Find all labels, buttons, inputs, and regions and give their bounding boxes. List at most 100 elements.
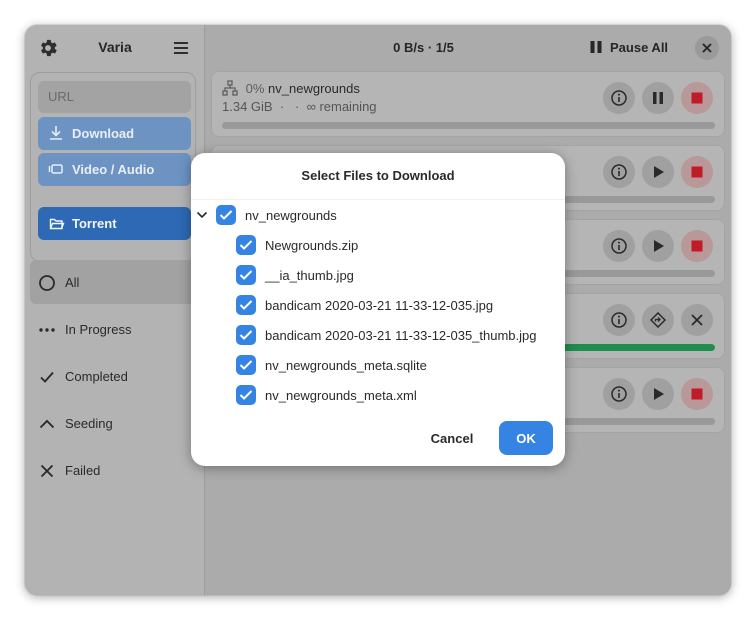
hamburger-menu-icon[interactable] bbox=[171, 39, 193, 57]
diamond-direction-icon bbox=[650, 312, 666, 328]
progress-bar bbox=[222, 122, 715, 129]
play-icon bbox=[654, 240, 664, 252]
file-row[interactable]: __ia_thumb.jpg bbox=[191, 260, 565, 290]
file-row[interactable]: Newgrounds.zip bbox=[191, 230, 565, 260]
file-name: bandicam 2020-03-21 11-33-12-035.jpg bbox=[265, 298, 494, 313]
info-icon bbox=[611, 164, 627, 180]
checkbox[interactable] bbox=[236, 235, 256, 255]
checkbox[interactable] bbox=[236, 265, 256, 285]
pause-icon bbox=[653, 92, 663, 104]
filter-failed-label: Failed bbox=[65, 463, 101, 478]
filter-in-progress-label: In Progress bbox=[65, 322, 132, 337]
close-window-button[interactable] bbox=[695, 36, 719, 60]
close-icon bbox=[702, 43, 712, 53]
checkbox[interactable] bbox=[216, 205, 236, 225]
filter-in-progress[interactable]: In Progress bbox=[30, 307, 202, 351]
checkbox[interactable] bbox=[236, 295, 256, 315]
filter-all[interactable]: All bbox=[30, 260, 202, 304]
video-icon bbox=[48, 164, 63, 174]
download-size: 1.34 GiB bbox=[222, 99, 273, 114]
gear-icon[interactable] bbox=[37, 37, 59, 59]
info-button[interactable] bbox=[603, 82, 635, 114]
file-tree-root[interactable]: nv_newgrounds bbox=[191, 200, 565, 230]
download-remaining: ∞ remaining bbox=[306, 99, 377, 114]
stop-button[interactable] bbox=[681, 156, 713, 188]
filter-seeding[interactable]: Seeding bbox=[30, 401, 202, 445]
stop-button[interactable] bbox=[681, 82, 713, 114]
file-row[interactable]: nv_newgrounds_meta.sqlite bbox=[191, 350, 565, 380]
info-icon bbox=[611, 238, 627, 254]
filter-completed[interactable]: Completed bbox=[30, 354, 202, 398]
close-icon bbox=[691, 314, 703, 326]
pause-icon bbox=[590, 41, 602, 53]
resume-button[interactable] bbox=[642, 230, 674, 262]
chevron-up-icon bbox=[39, 419, 55, 429]
stop-button[interactable] bbox=[681, 230, 713, 262]
network-icon bbox=[222, 80, 238, 96]
info-button[interactable] bbox=[603, 156, 635, 188]
select-files-dialog: Select Files to Download nv_newgrounds N… bbox=[191, 153, 565, 466]
check-icon bbox=[40, 371, 54, 383]
pause-button[interactable] bbox=[642, 82, 674, 114]
cancel-button[interactable]: Cancel bbox=[420, 421, 484, 455]
file-row[interactable]: bandicam 2020-03-21 11-33-12-035_thumb.j… bbox=[191, 320, 565, 350]
stop-button[interactable] bbox=[681, 378, 713, 410]
info-button[interactable] bbox=[603, 304, 635, 336]
filter-failed[interactable]: Failed bbox=[30, 448, 202, 492]
remove-button[interactable] bbox=[681, 304, 713, 336]
torrent-button-label: Torrent bbox=[72, 216, 117, 231]
video-audio-button-label: Video / Audio bbox=[72, 162, 155, 177]
download-title-row: 0% nv_newgrounds bbox=[222, 80, 360, 96]
download-button-label: Download bbox=[72, 126, 135, 141]
info-button[interactable] bbox=[603, 230, 635, 262]
dots-icon bbox=[39, 328, 55, 332]
file-name: nv_newgrounds_meta.xml bbox=[265, 388, 417, 403]
open-folder-button[interactable] bbox=[642, 304, 674, 336]
video-audio-button[interactable]: Video / Audio bbox=[38, 153, 191, 186]
download-item[interactable]: 0% nv_newgrounds 1.34 GiB · · ∞ remainin… bbox=[211, 71, 725, 137]
dialog-title: Select Files to Download bbox=[301, 168, 455, 183]
sidebar: Varia URL Download Video / Audio Torrent… bbox=[25, 25, 205, 595]
torrent-button[interactable]: Torrent bbox=[38, 207, 191, 240]
file-name: Newgrounds.zip bbox=[265, 238, 359, 253]
file-name: nv_newgrounds_meta.sqlite bbox=[265, 358, 427, 373]
checkbox[interactable] bbox=[236, 385, 256, 405]
resume-button[interactable] bbox=[642, 156, 674, 188]
app-title: Varia bbox=[98, 39, 132, 55]
download-name: nv_newgrounds bbox=[268, 81, 360, 96]
ok-button[interactable]: OK bbox=[499, 421, 553, 455]
check-icon bbox=[239, 330, 253, 340]
file-tree-root-label: nv_newgrounds bbox=[245, 208, 337, 223]
check-icon bbox=[239, 270, 253, 280]
file-row[interactable]: nv_newgrounds_meta.xml bbox=[191, 380, 565, 410]
download-icon bbox=[50, 126, 62, 140]
filter-completed-label: Completed bbox=[65, 369, 128, 384]
download-button[interactable]: Download bbox=[38, 117, 191, 150]
x-icon bbox=[40, 464, 54, 478]
checkbox[interactable] bbox=[236, 325, 256, 345]
resume-button[interactable] bbox=[642, 378, 674, 410]
file-row[interactable]: bandicam 2020-03-21 11-33-12-035.jpg bbox=[191, 290, 565, 320]
checkbox[interactable] bbox=[236, 355, 256, 375]
info-icon bbox=[611, 386, 627, 402]
download-percent: 0% bbox=[245, 81, 265, 96]
stop-icon bbox=[691, 240, 703, 252]
url-input[interactable]: URL bbox=[38, 81, 191, 113]
chevron-down-icon[interactable] bbox=[196, 210, 208, 220]
separator: · · bbox=[276, 99, 303, 114]
play-icon bbox=[654, 166, 664, 178]
file-tree: nv_newgrounds Newgrounds.zip __ia_thumb.… bbox=[191, 199, 565, 409]
filter-all-label: All bbox=[65, 275, 80, 290]
stop-icon bbox=[691, 166, 703, 178]
stop-icon bbox=[691, 388, 703, 400]
check-icon bbox=[239, 360, 253, 370]
info-button[interactable] bbox=[603, 378, 635, 410]
circle-icon bbox=[39, 275, 55, 291]
check-icon bbox=[219, 210, 233, 220]
folder-open-icon bbox=[49, 218, 65, 230]
download-meta-row: 1.34 GiB · · ∞ remaining bbox=[222, 99, 377, 114]
speed-status: 0 B/s · 1/5 bbox=[393, 40, 454, 55]
main-header: 0 B/s · 1/5 Pause All bbox=[206, 25, 731, 71]
info-icon bbox=[611, 90, 627, 106]
check-icon bbox=[239, 390, 253, 400]
